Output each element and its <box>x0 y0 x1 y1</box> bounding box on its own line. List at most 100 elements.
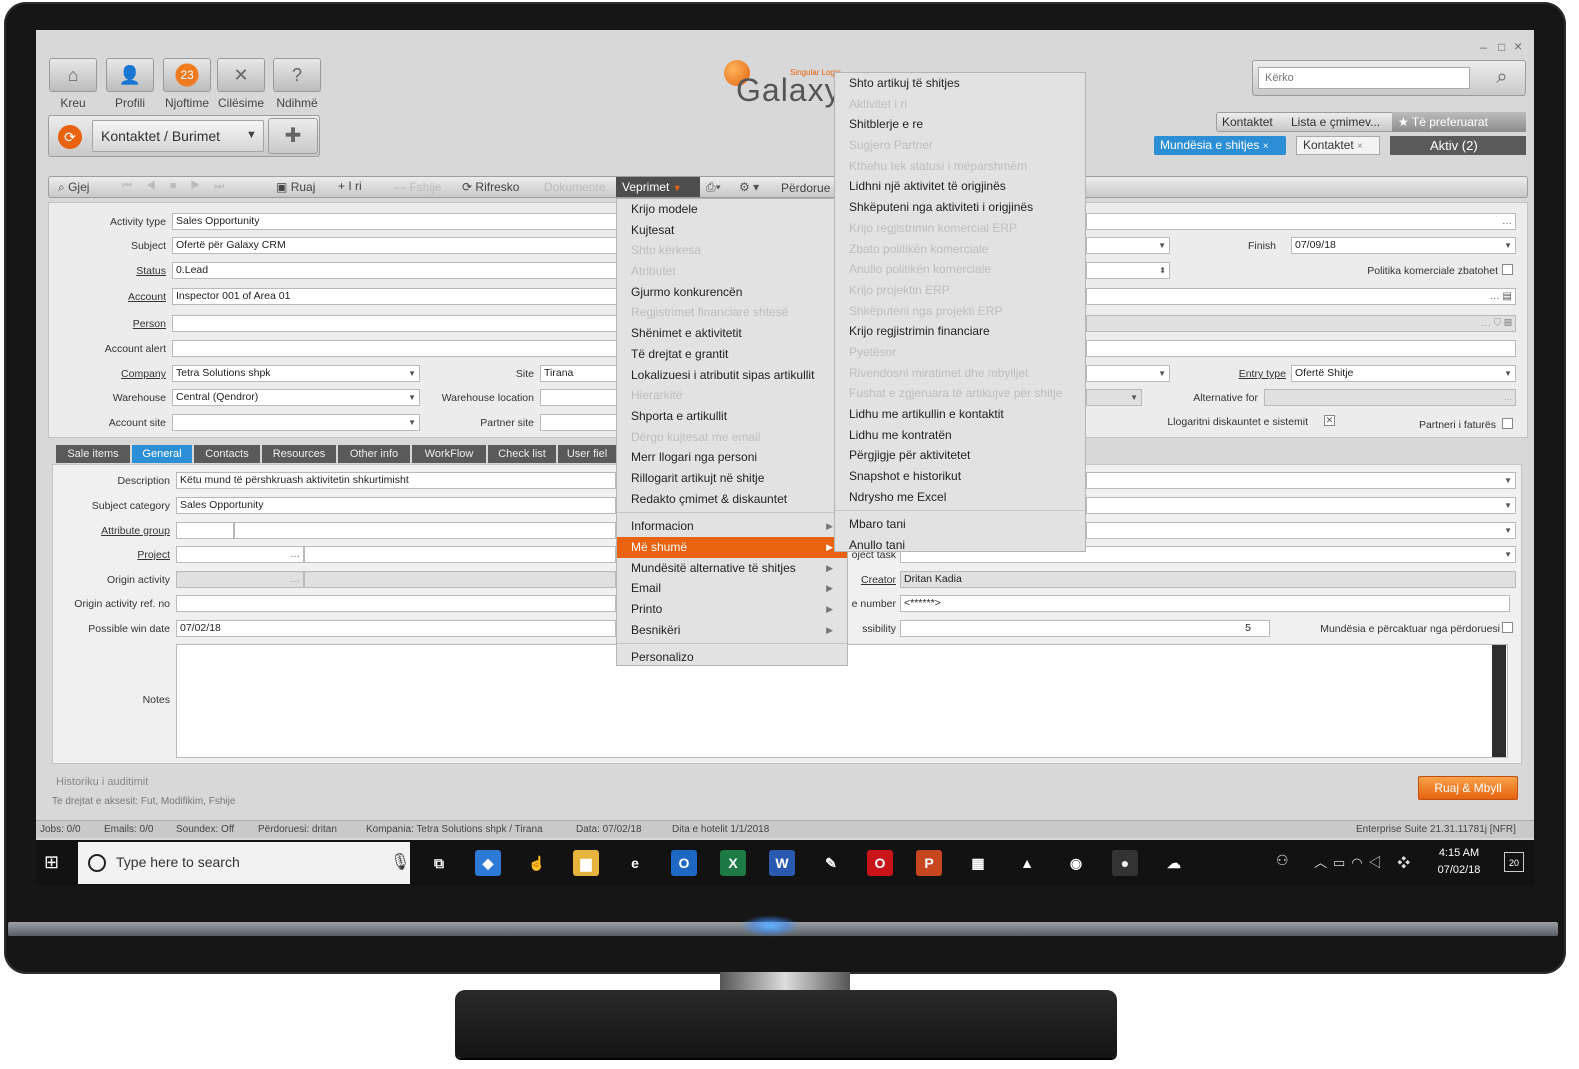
subject-category-extra[interactable]: ▼ <box>1086 497 1516 514</box>
tab-user-fiel[interactable]: User fiel <box>558 445 616 463</box>
attribute-group-code[interactable] <box>176 522 234 539</box>
origin-ref-field[interactable] <box>176 595 616 612</box>
delete-button[interactable]: — Fshije <box>394 180 441 194</box>
person-field[interactable] <box>172 315 618 332</box>
account-alert-extra[interactable] <box>1086 340 1516 357</box>
actions-submenu-item-0[interactable]: Informacion ▶ <box>617 516 847 537</box>
company-field[interactable]: Tetra Solutions shpk ▼ <box>172 365 420 382</box>
microphone-icon[interactable]: 🎙 <box>390 852 410 872</box>
actions-submenu-item-1[interactable]: Më shumë ▶ <box>617 537 847 558</box>
actions-menu-item-13[interactable]: Rillogarit artikujt në shitje <box>617 468 847 489</box>
origin-activity-field[interactable] <box>304 571 616 588</box>
tab-resources[interactable]: Resources <box>262 445 336 463</box>
warehouse-location-extra[interactable]: ▼ <box>1086 389 1142 406</box>
project-field[interactable] <box>304 546 616 563</box>
actions-menu-item-7[interactable]: Të drejtat e grantit <box>617 344 847 365</box>
actions-menu-item-6[interactable]: Shënimet e aktivitetit <box>617 323 847 344</box>
system-tray-icons[interactable]: ︿▭◠◁ ❖ <box>1314 852 1416 871</box>
chevron-down-icon[interactable]: ▼ <box>246 129 257 141</box>
finger-icon[interactable]: ☝ <box>524 850 550 876</box>
account-label[interactable]: Account <box>76 291 166 303</box>
tab-workflow[interactable]: WorkFlow <box>412 445 486 463</box>
status-field[interactable]: 0.Lead <box>172 262 618 279</box>
find-button[interactable]: ⌕ Gjej <box>58 180 89 195</box>
toolbar-button-njoftime[interactable]: 23 Njoftime <box>162 58 212 110</box>
subject-category-field[interactable]: Sales Opportunity <box>176 497 616 514</box>
actions-submenu-item-2[interactable]: Mundësitë alternative të shitjes ▶ <box>617 558 847 579</box>
number-field[interactable]: <******> <box>900 595 1510 612</box>
attach-icon[interactable]: ⎙▾ <box>706 180 721 195</box>
creator-field[interactable]: Dritan Kadia <box>900 571 1516 588</box>
save-button[interactable]: ▣ Ruaj <box>276 180 315 194</box>
opera-icon[interactable]: O <box>867 850 893 876</box>
search-input[interactable] <box>1258 67 1470 89</box>
toolbar-button-kreu[interactable]: ⌂ Kreu <box>48 58 98 110</box>
attribute-group-label[interactable]: Attribute group <box>66 525 170 537</box>
more-menu-item-5[interactable]: Lidhni një aktivitet të origjinës <box>835 176 1085 197</box>
alternative-for-field[interactable]: … <box>1264 389 1516 406</box>
subject-field[interactable]: Ofertë për Galaxy CRM <box>172 237 618 254</box>
attribute-group-field[interactable] <box>234 522 616 539</box>
close-icon[interactable]: × <box>1357 141 1363 152</box>
possible-win-field[interactable]: 07/02/18 <box>176 620 616 637</box>
weather-icon[interactable]: ☁ <box>1161 850 1187 876</box>
tab-general[interactable]: General <box>132 445 192 463</box>
toolbar-button-cilësime[interactable]: ✕ Cilësime <box>216 58 266 110</box>
start-field[interactable]: ▼ <box>1086 237 1170 254</box>
creator-label[interactable]: Creator <box>842 574 896 586</box>
task-view-icon[interactable]: ⧉ <box>426 850 452 876</box>
dropbox-icon[interactable]: ◆ <box>475 850 501 876</box>
actions-menu-item-10[interactable]: Shporta e artikullit <box>617 406 847 427</box>
open-tab-opportunity[interactable]: Mundësia e shitjes × <box>1154 136 1286 155</box>
more-menu-item-17[interactable]: Lidhu me kontratën <box>835 425 1085 446</box>
active-windows-dropdown[interactable]: Aktiv (2) <box>1390 136 1526 155</box>
minimize-icon[interactable]: – <box>1480 40 1487 54</box>
more-menu-tail-item-1[interactable]: Anullo tani <box>835 535 1085 556</box>
new-button[interactable]: + I ri <box>338 179 362 193</box>
favorites-dropdown[interactable]: ★ Të preferuarat <box>1392 112 1526 132</box>
actions-menu-item-14[interactable]: Redakto çmimet & diskauntet <box>617 489 847 510</box>
description-field[interactable]: Këtu mund të përshkruash aktivitetin shk… <box>176 472 616 489</box>
tab-sale-items[interactable]: Sale items <box>56 445 130 463</box>
system-discount-checkbox[interactable]: ✕ <box>1324 415 1335 426</box>
clock-time[interactable]: 4:15 AM <box>1434 847 1484 859</box>
user-button[interactable]: Përdorue <box>781 181 830 195</box>
edge-icon[interactable]: e <box>622 850 648 876</box>
account-extra[interactable]: … ▤ <box>1086 288 1516 305</box>
word-icon[interactable]: W <box>769 850 795 876</box>
more-menu-tail-item-0[interactable]: Mbaro tani <box>835 514 1085 535</box>
save-close-button[interactable]: Ruaj & Mbyll <box>1418 776 1518 800</box>
paint-icon[interactable]: ✎ <box>818 850 844 876</box>
actions-menu-item-8[interactable]: Lokalizuesi i atributit sipas artikullit <box>617 365 847 386</box>
taskbar-search[interactable]: Type here to search 🎙 <box>78 842 410 884</box>
actions-submenu-item-5[interactable]: Besnikëri ▶ <box>617 620 847 641</box>
activity-type-field[interactable]: Sales Opportunity <box>172 213 618 230</box>
person-label[interactable]: Person <box>76 318 166 330</box>
account-site-field[interactable]: ▼ <box>172 414 420 431</box>
partner-site-field[interactable] <box>540 414 618 431</box>
origin-activity-code[interactable]: … <box>176 571 304 588</box>
company-label[interactable]: Company <box>76 368 166 380</box>
chrome-icon[interactable]: ◉ <box>1063 850 1089 876</box>
explorer-icon[interactable]: ▆ <box>573 850 599 876</box>
actions-submenu-item-3[interactable]: Email ▶ <box>617 578 847 599</box>
more-menu-item-20[interactable]: Ndrysho me Excel <box>835 487 1085 508</box>
actions-menu-item-12[interactable]: Merr llogari nga personi <box>617 447 847 468</box>
outlook-icon[interactable]: O <box>671 850 697 876</box>
notification-center-icon[interactable]: 20 <box>1504 852 1524 872</box>
audit-history-link[interactable]: Historiku i auditimit <box>56 776 148 788</box>
time-field[interactable]: ⬍ <box>1086 262 1170 279</box>
more-menu-item-18[interactable]: Përgjigje për aktivitetet <box>835 445 1085 466</box>
possibility-field[interactable]: 5 <box>900 620 1270 637</box>
user-defined-checkbox[interactable] <box>1502 622 1513 633</box>
documents-button[interactable]: Dokumente <box>544 180 605 194</box>
account-field[interactable]: Inspector 001 of Area 01 <box>172 288 618 305</box>
more-menu-item-12[interactable]: Krijo regjistrimin financiare <box>835 321 1085 342</box>
tab-contacts[interactable]: Contacts <box>194 445 260 463</box>
toolbar-button-ndihmë[interactable]: ? Ndihmë <box>272 58 322 110</box>
project-label[interactable]: Project <box>66 549 170 561</box>
powerpoint-icon[interactable]: P <box>916 850 942 876</box>
actions-menu-button[interactable]: Veprimet ▼ <box>616 177 700 197</box>
person-extra[interactable]: … ⛉ ▤ <box>1086 315 1516 332</box>
account-alert-field[interactable] <box>172 340 618 357</box>
